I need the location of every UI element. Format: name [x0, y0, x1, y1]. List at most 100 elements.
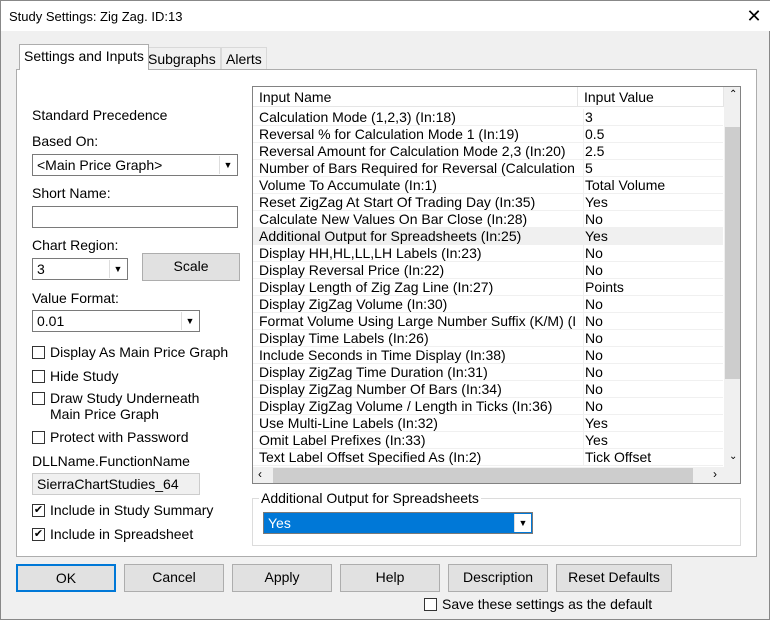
h-scrollbar-thumb[interactable] — [273, 468, 693, 483]
reset-defaults-button[interactable]: Reset Defaults — [556, 564, 672, 592]
protect-password-checkbox[interactable] — [32, 431, 45, 444]
scroll-up-icon[interactable]: ⌃ — [729, 89, 737, 100]
column-header-input-name[interactable]: Input Name — [253, 87, 578, 107]
ok-button[interactable]: OK — [16, 564, 116, 592]
input-name: Number of Bars Required for Reversal (Ca… — [259, 160, 577, 176]
chart-region-value: 3 — [37, 261, 45, 277]
table-row[interactable]: Display Reversal Price (In:22) No — [253, 262, 723, 279]
input-value[interactable]: No — [583, 262, 603, 279]
table-row[interactable]: Format Volume Using Large Number Suffix … — [253, 313, 723, 330]
input-value[interactable]: Yes — [583, 432, 608, 449]
input-value[interactable]: Total Volume — [583, 177, 665, 194]
description-button[interactable]: Description — [448, 564, 548, 592]
table-row[interactable]: Text Label Offset Specified As (In:2) Tic… — [253, 449, 723, 466]
display-as-main-label: Display As Main Price Graph — [50, 344, 229, 360]
display-as-main-checkbox[interactable] — [32, 346, 45, 359]
input-value[interactable]: No — [583, 313, 603, 330]
table-row[interactable]: Display Time Labels (In:26) No — [253, 330, 723, 347]
chevron-down-icon: ▼ — [181, 312, 198, 330]
short-name-input[interactable] — [32, 206, 238, 228]
chevron-down-icon: ▼ — [514, 514, 531, 532]
input-value[interactable]: No — [583, 211, 603, 228]
scroll-down-icon[interactable]: ⌄ — [729, 451, 737, 462]
input-value[interactable]: No — [583, 398, 603, 415]
input-name: Reversal Amount for Calculation Mode 2,3… — [259, 143, 566, 159]
based-on-dropdown[interactable]: <Main Price Graph> ▼ — [32, 154, 238, 176]
vertical-scrollbar[interactable]: ⌃ ⌄ — [724, 87, 740, 467]
input-value[interactable]: 2.5 — [583, 143, 604, 160]
draw-underneath-checkbox[interactable] — [32, 392, 45, 405]
table-row[interactable]: Number of Bars Required for Reversal (Ca… — [253, 160, 723, 177]
input-name: Reset ZigZag At Start Of Trading Day (In… — [259, 194, 536, 210]
chart-region-label: Chart Region: — [32, 237, 119, 253]
input-value[interactable]: Yes — [583, 194, 608, 211]
input-name: Calculate New Values On Bar Close (In:28… — [259, 211, 528, 227]
table-row[interactable]: Include Seconds in Time Display (In:38) N… — [253, 347, 723, 364]
editor-group-label: Additional Output for Spreadsheets — [259, 490, 481, 506]
input-name: Omit Label Prefixes (In:33) — [259, 432, 426, 448]
tab-alerts[interactable]: Alerts — [221, 47, 267, 69]
tab-subgraphs[interactable]: Subgraphs — [143, 47, 221, 69]
table-row[interactable]: Display HH,HL,LL,LH Labels (In:23) No — [253, 245, 723, 262]
input-name: Use Multi-Line Labels (In:32) — [259, 415, 438, 431]
hide-study-checkbox[interactable] — [32, 370, 45, 383]
input-value[interactable]: No — [583, 347, 603, 364]
input-name: Additional Output for Spreadsheets (In:2… — [259, 228, 522, 244]
input-value[interactable]: Tick Offset — [583, 449, 651, 466]
close-icon[interactable]: ✕ — [739, 3, 769, 29]
save-default-checkbox[interactable] — [424, 598, 437, 611]
chart-region-dropdown[interactable]: 3 ▼ — [32, 258, 128, 280]
scroll-left-icon[interactable]: ‹ — [258, 467, 262, 481]
input-name: Reversal % for Calculation Mode 1 (In:19… — [259, 126, 519, 142]
draw-underneath-label-line2: Main Price Graph — [50, 406, 159, 422]
scroll-right-icon[interactable]: › — [713, 467, 717, 481]
inputs-grid: Input Name Input Value Calculation Mode … — [252, 86, 741, 484]
input-value[interactable]: Yes — [583, 415, 608, 432]
table-row[interactable]: Display ZigZag Number Of Bars (In:34) No — [253, 381, 723, 398]
table-row[interactable]: Reversal Amount for Calculation Mode 2,3… — [253, 143, 723, 160]
table-row[interactable]: Reversal % for Calculation Mode 1 (In:19… — [253, 126, 723, 143]
input-value[interactable]: No — [583, 330, 603, 347]
chevron-down-icon: ▼ — [219, 156, 236, 174]
input-name: Display ZigZag Volume (In:30) — [259, 296, 448, 312]
table-row[interactable]: Calculate New Values On Bar Close (In:28… — [253, 211, 723, 228]
based-on-value: <Main Price Graph> — [37, 157, 163, 173]
input-value[interactable]: No — [583, 381, 603, 398]
value-format-dropdown[interactable]: 0.01 ▼ — [32, 310, 200, 332]
editor-value-dropdown[interactable]: Yes ▼ — [263, 512, 533, 534]
table-row[interactable]: Volume To Accumulate (In:1) Total Volume — [253, 177, 723, 194]
table-row[interactable]: Use Multi-Line Labels (In:32) Yes — [253, 415, 723, 432]
horizontal-scrollbar[interactable]: ‹ › — [253, 467, 740, 483]
tab-settings-and-inputs[interactable]: Settings and Inputs — [19, 44, 149, 70]
column-header-input-value[interactable]: Input Value — [578, 87, 724, 107]
table-row[interactable]: Omit Label Prefixes (In:33) Yes — [253, 432, 723, 449]
input-name: Calculation Mode (1,2,3) (In:18) — [259, 109, 456, 125]
table-row[interactable]: Calculation Mode (1,2,3) (In:18) 3 — [253, 109, 723, 126]
input-name: Include Seconds in Time Display (In:38) — [259, 347, 506, 363]
input-name: Display HH,HL,LL,LH Labels (In:23) — [259, 245, 482, 261]
apply-button[interactable]: Apply — [232, 564, 332, 592]
table-row[interactable]: Display Length of Zig Zag Line (In:27) Po… — [253, 279, 723, 296]
input-value[interactable]: 0.5 — [583, 126, 604, 143]
editor-value: Yes — [268, 515, 291, 531]
table-row[interactable]: Additional Output for Spreadsheets (In:2… — [253, 228, 723, 245]
include-spreadsheet-checkbox[interactable]: ✔ — [32, 528, 45, 541]
table-row[interactable]: Reset ZigZag At Start Of Trading Day (In… — [253, 194, 723, 211]
help-button[interactable]: Help — [340, 564, 440, 592]
input-value[interactable]: No — [583, 296, 603, 313]
input-value[interactable]: 3 — [583, 109, 593, 126]
cancel-button[interactable]: Cancel — [124, 564, 224, 592]
include-summary-checkbox[interactable]: ✔ — [32, 504, 45, 517]
input-value[interactable]: No — [583, 245, 603, 262]
table-row[interactable]: Display ZigZag Volume (In:30) No — [253, 296, 723, 313]
scrollbar-thumb[interactable] — [725, 127, 740, 379]
input-value[interactable]: Points — [583, 279, 624, 296]
input-value[interactable]: No — [583, 364, 603, 381]
input-name: Format Volume Using Large Number Suffix … — [259, 313, 577, 329]
table-row[interactable]: Display ZigZag Time Duration (In:31) No — [253, 364, 723, 381]
input-value[interactable]: 5 — [583, 160, 593, 177]
input-name: Display ZigZag Number Of Bars (In:34) — [259, 381, 502, 397]
scale-button[interactable]: Scale — [142, 253, 240, 281]
table-row[interactable]: Display ZigZag Volume / Length in Ticks … — [253, 398, 723, 415]
input-value[interactable]: Yes — [583, 228, 608, 245]
